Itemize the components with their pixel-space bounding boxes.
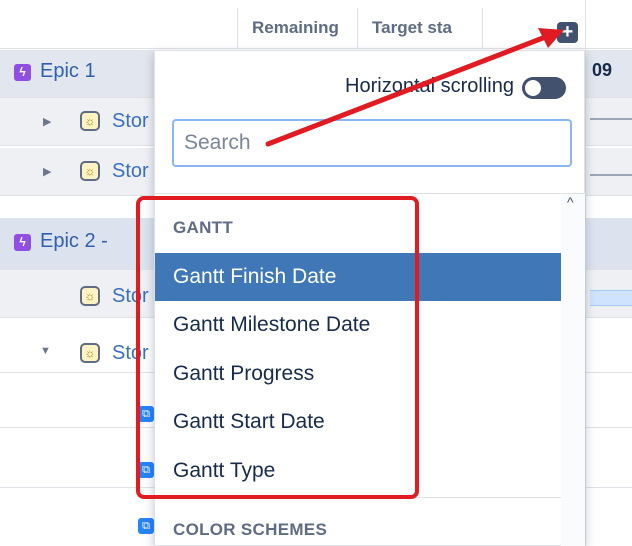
lightbulb-icon: ☼	[80, 343, 100, 363]
header-divider	[0, 48, 632, 49]
list-scrollbar[interactable]: ^	[561, 194, 585, 546]
annotation-highlight-box	[136, 196, 419, 499]
add-column-button[interactable]: +	[557, 22, 578, 43]
caret-down-icon[interactable]: ▼	[40, 345, 51, 357]
subtask-icon: ⧉	[138, 518, 154, 534]
lightbulb-icon: ☼	[80, 111, 100, 131]
chevron-up-icon[interactable]: ^	[567, 194, 574, 210]
row-value: 09	[592, 60, 613, 80]
gantt-line	[590, 118, 632, 120]
gantt-bar[interactable]	[590, 290, 632, 306]
caret-right-icon[interactable]: ▶	[43, 115, 51, 128]
group-heading-color-schemes: COLOR SCHEMES	[173, 520, 328, 539]
column-header-remaining[interactable]: Remaining	[237, 8, 357, 48]
row-title-story-1[interactable]: Stor	[112, 110, 149, 133]
gantt-line	[590, 174, 632, 176]
lightning-icon: ϟ	[14, 64, 31, 81]
column-header-extra[interactable]	[482, 8, 544, 48]
row-title-story-2[interactable]: Stor	[112, 160, 149, 183]
lightbulb-icon: ☼	[80, 286, 100, 306]
column-divider	[585, 0, 586, 546]
horizontal-scrolling-label: Horizontal scrolling	[345, 75, 514, 97]
grid-header: Remaining Target sta +	[0, 0, 632, 50]
lightning-icon: ϟ	[14, 234, 31, 251]
caret-right-icon[interactable]: ▶	[43, 165, 51, 178]
toggle-knob	[525, 80, 541, 96]
horizontal-scrolling-toggle[interactable]	[522, 77, 566, 99]
search-input[interactable]	[172, 119, 572, 167]
column-header-target-start[interactable]: Target sta	[357, 8, 482, 48]
row-title-epic-1[interactable]: Epic 1	[40, 60, 96, 83]
plus-square-icon: +	[561, 21, 574, 43]
lightbulb-icon: ☼	[80, 161, 100, 181]
row-title-epic-2[interactable]: Epic 2 -	[40, 230, 108, 253]
